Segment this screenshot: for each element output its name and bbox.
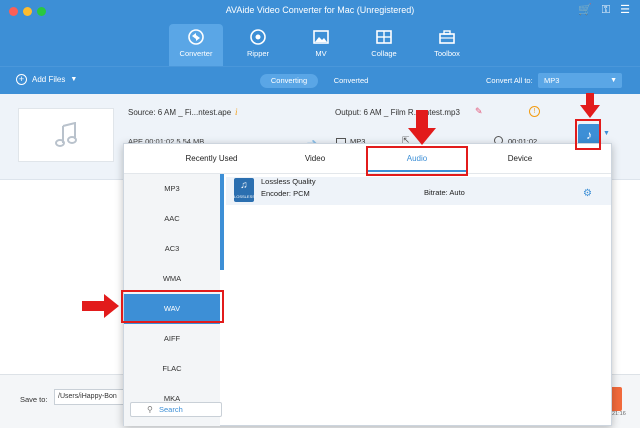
annotation-box-wav-item: [121, 290, 224, 323]
title-actions: 🛒 ⚿ ☰: [578, 4, 630, 17]
annotation-arrow-down-icon: [408, 110, 436, 145]
nav-ripper[interactable]: Ripper: [231, 24, 285, 66]
format-item-flac[interactable]: FLAC: [124, 354, 220, 384]
format-item-aiff[interactable]: AIFF: [124, 324, 220, 354]
preset-bitrate: Bitrate: Auto: [424, 188, 465, 197]
title-bar: AVAide Video Converter for Mac (Unregist…: [0, 0, 640, 22]
file-thumbnail: [18, 108, 114, 162]
preset-row[interactable]: ♫ LOSSLESS Lossless Quality Encoder: PCM…: [226, 177, 611, 205]
format-list-scrollbar[interactable]: [220, 174, 224, 270]
nav-converter[interactable]: Converter: [169, 24, 223, 66]
music-note-icon: [55, 122, 77, 147]
tab-recently-used[interactable]: Recently Used: [164, 154, 259, 163]
mv-icon: [313, 30, 329, 44]
warning-icon[interactable]: !: [529, 106, 540, 117]
toolbar: + Add Files ▼ Converting Converted Conve…: [0, 66, 640, 94]
convert-all-value: MP3: [544, 76, 560, 85]
format-item-mp3[interactable]: MP3: [124, 174, 220, 204]
save-to-label: Save to:: [20, 395, 48, 404]
preset-name: Lossless Quality: [261, 177, 316, 186]
collage-icon: [376, 30, 392, 44]
converter-icon: [188, 29, 204, 45]
convert-all-label: Convert All to:: [486, 76, 533, 85]
chevron-down-icon[interactable]: ▼: [603, 130, 610, 137]
nav-label: Converter: [179, 49, 213, 58]
nav-label: MV: [315, 49, 327, 58]
annotation-arrow-right-icon: [82, 294, 119, 318]
ripper-icon: [250, 29, 266, 45]
time-fragment: 21:16: [612, 411, 626, 417]
annotation-box-format-button: [575, 119, 601, 150]
key-icon[interactable]: ⚿: [602, 4, 610, 17]
plus-icon: +: [16, 74, 27, 85]
save-path-field[interactable]: /Users/iHappy-Bon: [54, 389, 126, 405]
search-icon: ⚲: [147, 405, 153, 414]
nav-mv[interactable]: MV: [294, 24, 348, 66]
window-title: AVAide Video Converter for Mac (Unregist…: [225, 5, 415, 15]
menu-icon[interactable]: ☰: [620, 4, 630, 17]
annotation-box-audio-tab: [366, 146, 468, 176]
chevron-down-icon: ▼: [610, 77, 617, 84]
main-nav: Converter Ripper MV Collage Toolbox: [0, 22, 640, 66]
chevron-down-icon[interactable]: ▼: [70, 76, 77, 83]
nav-label: Collage: [371, 49, 397, 58]
nav-toolbox[interactable]: Toolbox: [420, 24, 474, 66]
convert-all-select[interactable]: MP3 ▼: [538, 73, 622, 88]
add-files-label: Add Files: [32, 75, 66, 84]
search-placeholder: Search: [159, 405, 183, 414]
format-item-aac[interactable]: AAC: [124, 204, 220, 234]
nav-label: Toolbox: [434, 49, 460, 58]
tab-converting[interactable]: Converting: [260, 74, 318, 88]
tab-device[interactable]: Device: [484, 154, 556, 163]
format-item-ac3[interactable]: AC3: [124, 234, 220, 264]
info-icon[interactable]: i: [235, 107, 238, 117]
nav-collage[interactable]: Collage: [357, 24, 411, 66]
tab-converted[interactable]: Converted: [326, 74, 376, 88]
lossless-icon-label: LOSSLESS: [234, 194, 255, 199]
add-files-button[interactable]: + Add Files ▼: [16, 74, 77, 85]
format-search-input[interactable]: ⚲ Search: [130, 402, 222, 417]
toolbox-icon: [439, 30, 455, 44]
nav-label: Ripper: [246, 49, 270, 58]
edit-icon[interactable]: ✎: [475, 106, 483, 117]
output-filename: Output: 6 AM _ Film R...ontest.mp3: [335, 108, 460, 117]
source-filename: Source: 6 AM _ Fi...ntest.ape: [128, 108, 232, 117]
preset-encoder: Encoder: PCM: [261, 189, 310, 198]
annotation-arrow-down-icon: [580, 93, 600, 118]
gear-icon[interactable]: ⚙: [583, 188, 592, 199]
format-panel: Recently Used Video Audio Device MP3 AAC…: [123, 143, 612, 426]
tab-video[interactable]: Video: [279, 154, 351, 163]
cart-icon[interactable]: 🛒: [578, 4, 592, 17]
